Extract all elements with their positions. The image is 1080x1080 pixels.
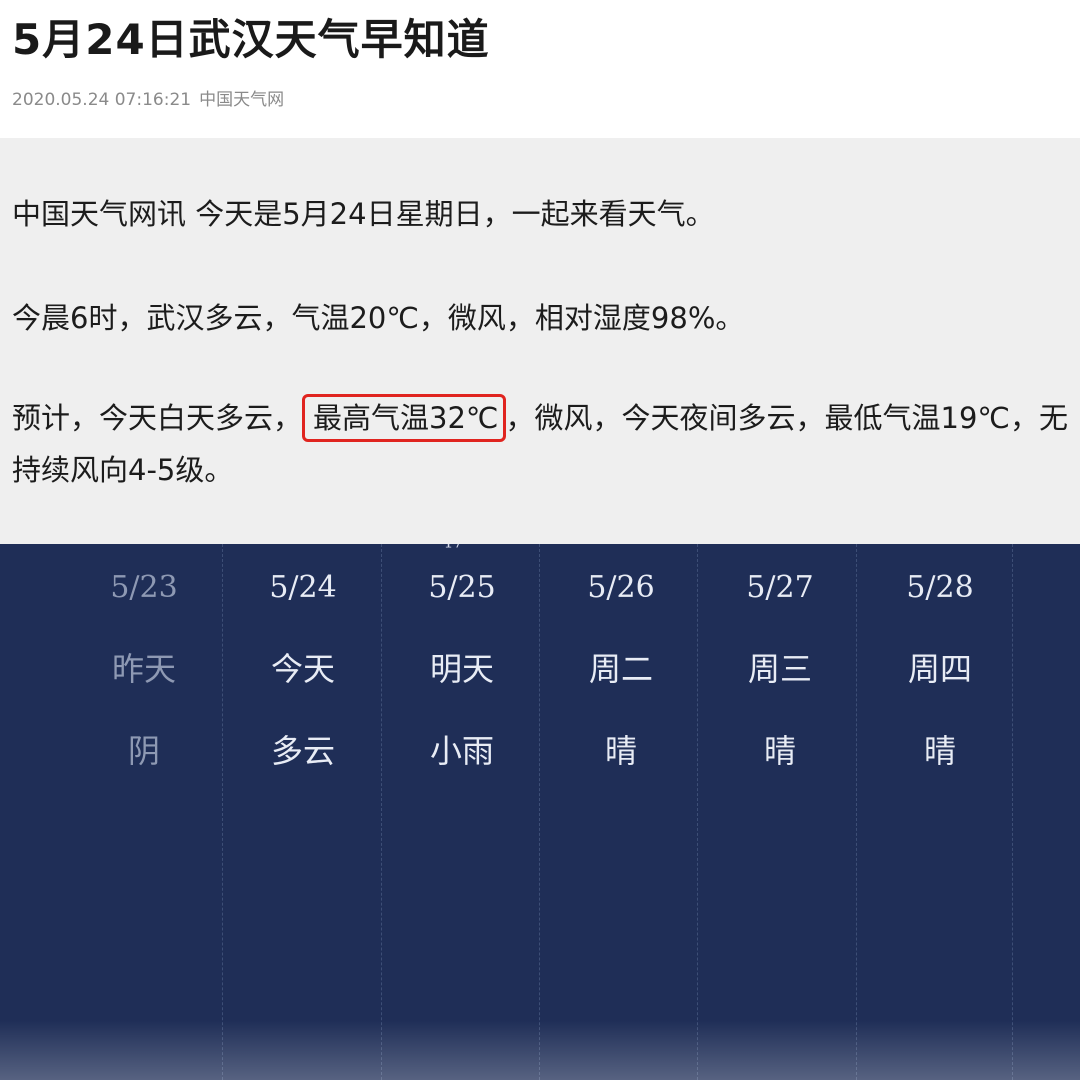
article-title: 5月24日武汉天气早知道 bbox=[12, 15, 490, 64]
article-body: 中国天气网讯 今天是5月24日星期日，一起来看天气。 今晨6时，武汉多云，气温2… bbox=[0, 138, 1080, 544]
paragraph-intro: 中国天气网讯 今天是5月24日星期日，一起来看天气。 bbox=[12, 197, 715, 231]
highlighted-max-temp: 最高气温32℃ bbox=[302, 394, 506, 442]
temperature-chart: 32°19°32°19°26°17°29°19°32°21°32°22° bbox=[444, 544, 471, 552]
paragraph-morning: 今晨6时，武汉多云，气温20℃，微风，相对湿度98%。 bbox=[12, 301, 745, 335]
low-temp-label: 17° bbox=[444, 544, 471, 552]
paragraph-forecast-start: 预计，今天白天多云， bbox=[12, 401, 303, 435]
paragraph-forecast: 预计，今天白天多云， 最高气温32℃ ，微风，今天夜间多云，最低气温19℃，无持续风… bbox=[12, 392, 1072, 496]
source-link[interactable]: 中国天气网 bbox=[199, 90, 284, 110]
article-meta: 2020.05.24 07:16:21 中国天气网 bbox=[12, 88, 284, 112]
article-header: 5月24日武汉天气早知道 2020.05.24 07:16:21 中国天气网 bbox=[0, 0, 1080, 138]
forecast-panel: 5/23 5/24 5/25 5/26 5/27 5/28 昨天 今天 明天 周… bbox=[0, 544, 1080, 1080]
publish-datetime: 2020.05.24 07:16:21 bbox=[12, 90, 192, 110]
